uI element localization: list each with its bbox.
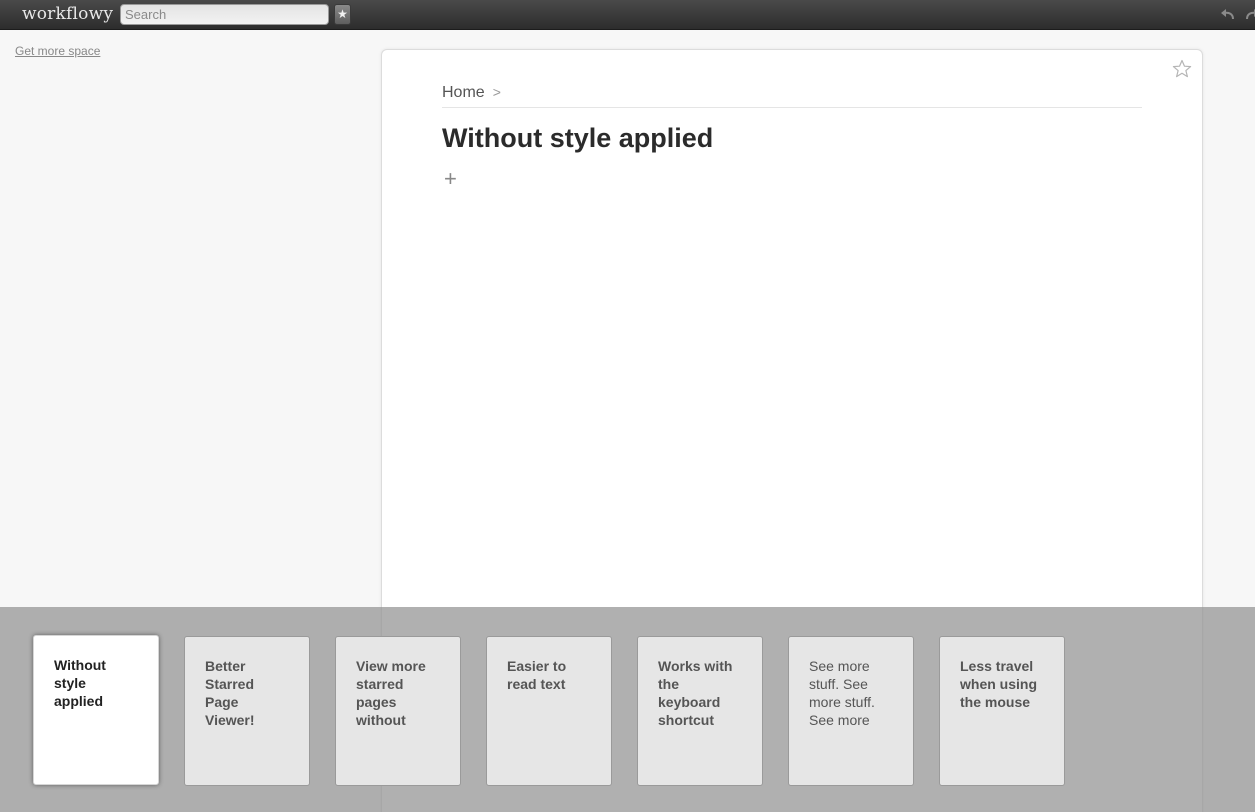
star-page-button[interactable] [1172,59,1192,79]
thumbnail-line: applied [54,693,104,709]
breadcrumb-separator: > [492,84,501,100]
starred-pages-button[interactable]: ★ [334,4,351,25]
starred-page-thumbnail[interactable]: Without style applied [33,635,159,785]
thumbnail-line: the mouse [960,694,1031,710]
thumbnail-line: starred [356,676,404,692]
page-title[interactable]: Without style applied [442,123,713,154]
starred-page-thumbnail[interactable]: Easier to read text [486,636,612,786]
thumbnail-line: Without [54,657,106,673]
thumbnail-line: style [54,675,86,691]
thumbnail-line: without [356,712,406,728]
thumbnail-line: Better [205,658,246,674]
starred-pages-viewer: Without style applied Better Starred Pag… [0,607,1255,812]
star-outline-icon [1172,59,1192,78]
thumbnail-line: read text [507,676,566,692]
undo-icon [1221,9,1234,20]
thumbnail-line: Page [205,694,239,710]
starred-page-thumbnail[interactable]: View more starred pages without [335,636,461,786]
starred-page-thumbnail[interactable]: Better Starred Page Viewer! [184,636,310,786]
add-item-button[interactable]: + [444,168,457,190]
redo-icon [1246,9,1255,20]
thumbnail-line: View more [356,658,426,674]
thumbnail-line: See more [809,712,870,728]
starred-page-thumbnail[interactable]: Works with the keyboard shortcut [637,636,763,786]
thumbnail-line: Less travel [960,658,1034,674]
starred-page-thumbnail[interactable]: Less travel when using the mouse [939,636,1065,786]
logo[interactable]: workflowy [22,4,113,24]
thumbnail-line: the [658,676,679,692]
search-input[interactable] [120,4,329,25]
top-bar: workflowy ★ [0,0,1255,30]
thumbnail-line: Starred [205,676,255,692]
undo-button[interactable] [1219,6,1237,24]
thumbnail-line: pages [356,694,397,710]
get-more-space-link[interactable]: Get more space [15,44,100,58]
thumbnail-line: when using [960,676,1037,692]
thumbnail-line: Viewer! [205,712,255,728]
star-icon: ★ [337,7,348,21]
thumbnail-line: shortcut [658,712,714,728]
thumbnail-line: Works with [658,658,733,674]
breadcrumb: Home > [442,84,1142,108]
thumbnail-line: more stuff. [809,694,875,710]
thumbnail-line: See more [809,658,870,674]
thumbnail-line: stuff. See [809,676,868,692]
starred-page-thumbnail[interactable]: See more stuff. See more stuff. See more [788,636,914,786]
redo-button[interactable] [1243,6,1255,24]
thumbnail-line: keyboard [658,694,721,710]
breadcrumb-home[interactable]: Home [442,84,485,101]
thumbnail-line: Easier to [507,658,567,674]
